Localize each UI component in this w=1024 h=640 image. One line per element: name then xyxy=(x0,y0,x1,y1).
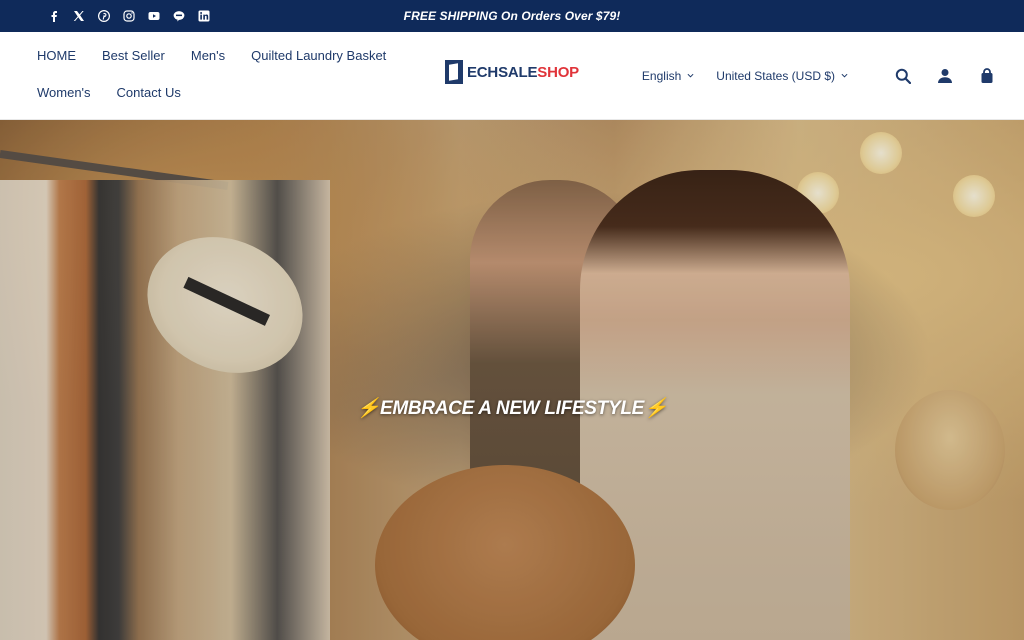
linkedin-icon[interactable] xyxy=(198,10,210,22)
door-logo-icon xyxy=(445,60,463,84)
nav-item-quilted-laundry-basket[interactable]: Quilted Laundry Basket xyxy=(251,48,386,63)
nav-item-mens[interactable]: Men's xyxy=(191,48,225,63)
language-label: English xyxy=(641,68,682,83)
account-icon[interactable] xyxy=(936,67,954,85)
nav-item-best-seller[interactable]: Best Seller xyxy=(102,48,165,63)
country-label: United States (USD $) xyxy=(716,68,835,83)
hero-banner[interactable]: ⚡EMBRACE A NEW LIFESTYLE⚡ xyxy=(0,120,1024,640)
pinterest-icon[interactable] xyxy=(98,10,110,22)
x-twitter-icon[interactable] xyxy=(73,10,85,22)
nav-row-2: Women's Contact Us xyxy=(37,85,181,100)
facebook-icon[interactable] xyxy=(48,10,60,22)
nav-row-1: HOME Best Seller Men's Quilted Laundry B… xyxy=(37,48,386,63)
hero-overlay xyxy=(0,120,1024,640)
instagram-icon[interactable] xyxy=(123,10,135,22)
social-links xyxy=(48,0,210,32)
logo-wordmark: ECHSALESHOP xyxy=(467,63,579,81)
cart-icon[interactable] xyxy=(978,67,996,85)
country-selector[interactable]: United States (USD $) xyxy=(716,69,848,83)
search-icon[interactable] xyxy=(894,67,912,85)
hero-tagline: ⚡EMBRACE A NEW LIFESTYLE⚡ xyxy=(356,398,668,419)
site-logo[interactable]: ECHSALESHOP xyxy=(445,60,579,84)
language-selector[interactable]: English xyxy=(642,69,694,83)
nav-item-home[interactable]: HOME xyxy=(37,48,76,63)
announcement-bar: FREE SHIPPING On Orders Over $79! xyxy=(0,0,1024,32)
youtube-icon[interactable] xyxy=(148,10,160,22)
chevron-down-icon xyxy=(841,73,848,78)
nav-item-contact-us[interactable]: Contact Us xyxy=(117,85,181,100)
header-utilities: English United States (USD $) xyxy=(642,32,996,119)
chevron-down-icon xyxy=(687,73,694,78)
site-header: HOME Best Seller Men's Quilted Laundry B… xyxy=(0,32,1024,120)
line-icon[interactable] xyxy=(173,10,185,22)
nav-item-womens[interactable]: Women's xyxy=(37,85,91,100)
